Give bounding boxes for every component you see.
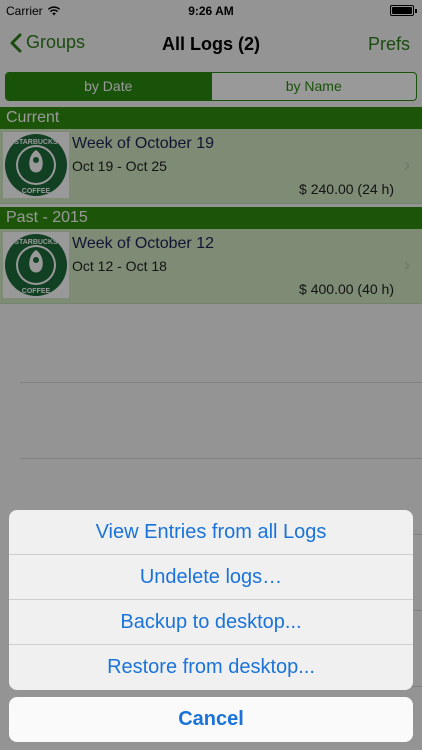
cancel-button[interactable]: Cancel: [9, 697, 413, 742]
undelete-logs-button[interactable]: Undelete logs…: [9, 555, 413, 600]
restore-from-desktop-button[interactable]: Restore from desktop...: [9, 645, 413, 690]
view-all-entries-button[interactable]: View Entries from all Logs: [9, 510, 413, 555]
backup-to-desktop-button[interactable]: Backup to desktop...: [9, 600, 413, 645]
action-sheet: View Entries from all Logs Undelete logs…: [9, 510, 413, 690]
